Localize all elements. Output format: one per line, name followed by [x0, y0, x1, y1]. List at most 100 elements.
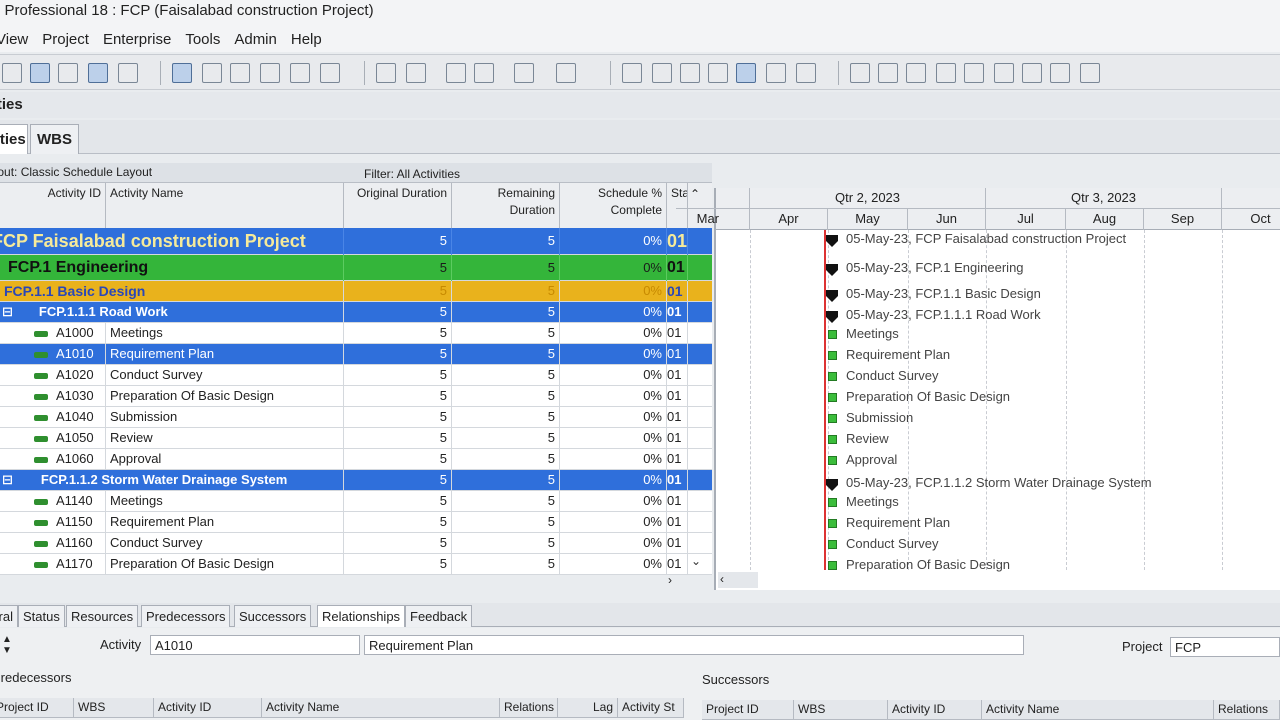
menu-help[interactable]: Help [291, 31, 322, 48]
gantt-chart[interactable]: Qtr 2, 2023 Qtr 3, 2023 Mar Apr May Jun … [676, 188, 1280, 590]
activity-id-field[interactable]: A1010 [150, 635, 360, 655]
menu-admin[interactable]: Admin [234, 31, 277, 48]
succ-col-activity-name[interactable]: Activity Name [982, 700, 1214, 720]
gantt-summary-bar[interactable] [826, 290, 838, 302]
store-period-icon[interactable] [796, 63, 816, 83]
table-row[interactable]: ⊟ FCP.1.1.2 Storm Water Drainage System 5… [0, 470, 712, 491]
columns-icon[interactable] [406, 63, 426, 83]
diamond-icon[interactable] [964, 63, 984, 83]
gantt-summary-bar[interactable] [826, 264, 838, 276]
col-activity-name[interactable]: Activity Name [106, 183, 344, 229]
table-icon[interactable] [622, 63, 642, 83]
group-sort-icon[interactable] [514, 63, 534, 83]
profile-icon[interactable] [290, 63, 310, 83]
gantt-activity-bar[interactable] [828, 414, 837, 423]
zoom-out-icon[interactable] [878, 63, 898, 83]
tab-predecessors[interactable]: Predecessors [141, 605, 231, 627]
activity-name-field[interactable]: Requirement Plan [364, 635, 1024, 655]
filter-label[interactable]: Filter: All Activities [364, 167, 460, 181]
gantt-activity-bar[interactable] [828, 372, 837, 381]
gantt-activity-bar[interactable] [828, 561, 837, 570]
network-view-icon[interactable] [58, 63, 78, 83]
succ-col-activity-id[interactable]: Activity ID [888, 700, 982, 720]
tab-resources[interactable]: Resources [66, 605, 139, 627]
chart-icon[interactable] [230, 63, 250, 83]
report-icon[interactable] [260, 63, 280, 83]
gantt-summary-bar[interactable] [826, 235, 838, 247]
layout-label[interactable]: Layout: Classic Schedule Layout [0, 165, 152, 179]
comment-icon[interactable] [1022, 63, 1042, 83]
link-icon[interactable] [680, 63, 700, 83]
table-row[interactable]: A1000 Meetings 5 5 0% 01 [0, 323, 712, 344]
gantt-activity-bar[interactable] [828, 540, 837, 549]
table-row[interactable]: A1020 Conduct Survey 5 5 0% 01 [0, 365, 712, 386]
table-row[interactable]: A1060 Approval 5 5 0% 01 [0, 449, 712, 470]
pred-col-relations[interactable]: Relations [500, 698, 558, 718]
zoom-fit-icon[interactable] [906, 63, 926, 83]
gantt-activity-bar[interactable] [828, 498, 837, 507]
table-row[interactable]: FCP.1 Engineering 5 5 0% 01 [0, 255, 712, 281]
grid-view-icon[interactable] [2, 63, 22, 83]
tab-status[interactable]: Status [18, 605, 65, 627]
resource-icon[interactable] [118, 63, 138, 83]
gantt-activity-bar[interactable] [828, 351, 837, 360]
pred-col-lag[interactable]: Lag [558, 698, 618, 718]
table-row[interactable]: A1160 Conduct Survey 5 5 0% 01 [0, 533, 712, 554]
menu-view[interactable]: View [0, 31, 28, 48]
menu-enterprise[interactable]: Enterprise [103, 31, 171, 48]
panels-icon[interactable] [994, 63, 1014, 83]
menu-tools[interactable]: Tools [185, 31, 220, 48]
help-icon[interactable] [1050, 63, 1070, 83]
scroll-down-arrow-icon[interactable]: ⌄ [688, 554, 704, 568]
gantt-activity-bar[interactable] [828, 393, 837, 402]
gantt-hscroll[interactable]: ‹ [718, 572, 758, 588]
zoom-in-icon[interactable] [850, 63, 870, 83]
col-remaining-duration[interactable]: Remaining Duration [452, 183, 560, 229]
gantt-activity-bar[interactable] [828, 330, 837, 339]
col-original-duration[interactable]: Original Duration [344, 183, 452, 229]
number-format-icon[interactable] [556, 63, 576, 83]
table-row[interactable]: A1030 Preparation Of Basic Design 5 5 0%… [0, 386, 712, 407]
pred-col-project-id[interactable]: Project ID [0, 698, 74, 718]
spreadsheet-icon[interactable] [320, 63, 340, 83]
pred-col-activity-status[interactable]: Activity St [618, 698, 684, 718]
tab-activities[interactable]: Activities [0, 124, 28, 154]
pred-col-activity-name[interactable]: Activity Name [262, 698, 500, 718]
split-icon[interactable] [936, 63, 956, 83]
collapse-icon[interactable]: ⊟ [2, 304, 13, 319]
col-activity-id[interactable]: Activity ID [0, 183, 106, 229]
bars-icon[interactable] [376, 63, 396, 83]
tab-wbs[interactable]: WBS [30, 124, 79, 154]
table-row[interactable]: FCP Faisalabad construction Project 5 5 … [0, 228, 712, 255]
scroll-right-arrow-icon[interactable]: › [668, 573, 672, 587]
table-row-selected[interactable]: A1010 Requirement Plan 5 5 0% 01 [0, 344, 712, 365]
layout-icon[interactable] [446, 63, 466, 83]
menu-project[interactable]: Project [42, 31, 89, 48]
tab-relationships[interactable]: Relationships [317, 605, 406, 627]
table-row[interactable]: A1140 Meetings 5 5 0% 01 [0, 491, 712, 512]
filter-icon[interactable] [474, 63, 494, 83]
tab-successors[interactable]: Successors [234, 605, 312, 627]
pred-col-activity-id[interactable]: Activity ID [154, 698, 262, 718]
succ-col-relations[interactable]: Relations [1214, 700, 1280, 720]
gantt-view-icon[interactable] [30, 63, 50, 83]
globe-icon[interactable] [652, 63, 672, 83]
project-field[interactable]: FCP [1170, 637, 1280, 657]
table-row[interactable]: FCP.1.1 Basic Design 5 5 0% 01 [0, 281, 712, 302]
gantt-summary-bar[interactable] [826, 479, 838, 491]
tools-icon[interactable] [708, 63, 728, 83]
col-schedule-complete[interactable]: Schedule % Complete [560, 183, 667, 229]
level-icon[interactable] [766, 63, 786, 83]
gantt-activity-bar[interactable] [828, 519, 837, 528]
scroll-left-arrow-icon[interactable]: ‹ [720, 572, 724, 586]
tab-feedback[interactable]: Feedback [405, 605, 473, 627]
gantt-activity-bar[interactable] [828, 456, 837, 465]
gantt-summary-bar[interactable] [826, 311, 838, 323]
table-row[interactable]: ⊟ FCP.1.1.1 Road Work 5 5 0% 01 [0, 302, 712, 323]
print-preview-icon[interactable] [172, 63, 192, 83]
table-row[interactable]: A1050 Review 5 5 0% 01 [0, 428, 712, 449]
relationship-icon[interactable] [88, 63, 108, 83]
tab-general[interactable]: General [0, 605, 18, 627]
table-row[interactable]: A1150 Requirement Plan 5 5 0% 01 [0, 512, 712, 533]
collapse-icon[interactable]: ⊟ [2, 472, 13, 487]
